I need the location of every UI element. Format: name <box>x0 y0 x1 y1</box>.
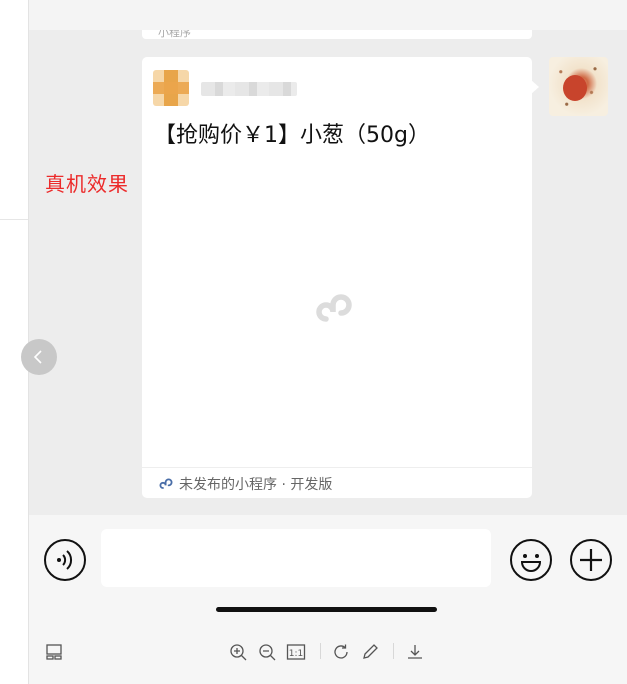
message-input[interactable] <box>101 529 491 587</box>
zoom-out-icon[interactable] <box>257 642 277 662</box>
mini-program-icon <box>159 478 173 489</box>
voice-icon <box>57 550 73 570</box>
card-title: 【抢购价￥1】小葱（50g） <box>154 123 430 148</box>
card-footer: 未发布的小程序 · 开发版 <box>142 467 532 499</box>
more-button[interactable] <box>570 539 612 581</box>
mini-program-placeholder-icon <box>316 294 352 322</box>
download-icon[interactable] <box>405 642 425 662</box>
home-indicator <box>216 607 437 612</box>
mini-program-card[interactable]: 【抢购价￥1】小葱（50g） 未发布的小程序 · 开发版 <box>142 57 532 498</box>
bubble-arrow <box>531 80 539 94</box>
zoom-in-icon[interactable] <box>228 642 248 662</box>
previous-message-snippet: 小程序 <box>158 30 191 39</box>
actual-size-icon[interactable]: 1:1 <box>286 642 306 662</box>
annotation-label: 真机效果 <box>45 172 129 196</box>
actual-size-label: 1:1 <box>289 649 303 659</box>
top-strip <box>0 0 627 31</box>
plus-icon <box>580 549 602 571</box>
blurred-app-name <box>201 82 297 96</box>
emoji-button[interactable] <box>510 539 552 581</box>
previous-image-button[interactable] <box>21 339 57 375</box>
chevron-left-icon <box>33 350 42 364</box>
toolbar-separator <box>320 643 321 659</box>
left-divider <box>0 219 28 220</box>
card-footer-text: 未发布的小程序 · 开发版 <box>179 477 333 493</box>
left-panel <box>0 0 29 684</box>
edit-icon[interactable] <box>360 642 380 662</box>
emoji-icon <box>520 554 542 572</box>
previous-message-card[interactable]: 小程序 <box>142 30 532 39</box>
layout-icon[interactable] <box>44 642 64 662</box>
blurred-app-icon <box>153 70 189 106</box>
toolbar-separator <box>393 643 394 659</box>
rotate-icon[interactable] <box>331 642 351 662</box>
avatar-texture <box>549 57 608 116</box>
avatar[interactable] <box>549 57 608 116</box>
voice-button[interactable] <box>44 539 86 581</box>
